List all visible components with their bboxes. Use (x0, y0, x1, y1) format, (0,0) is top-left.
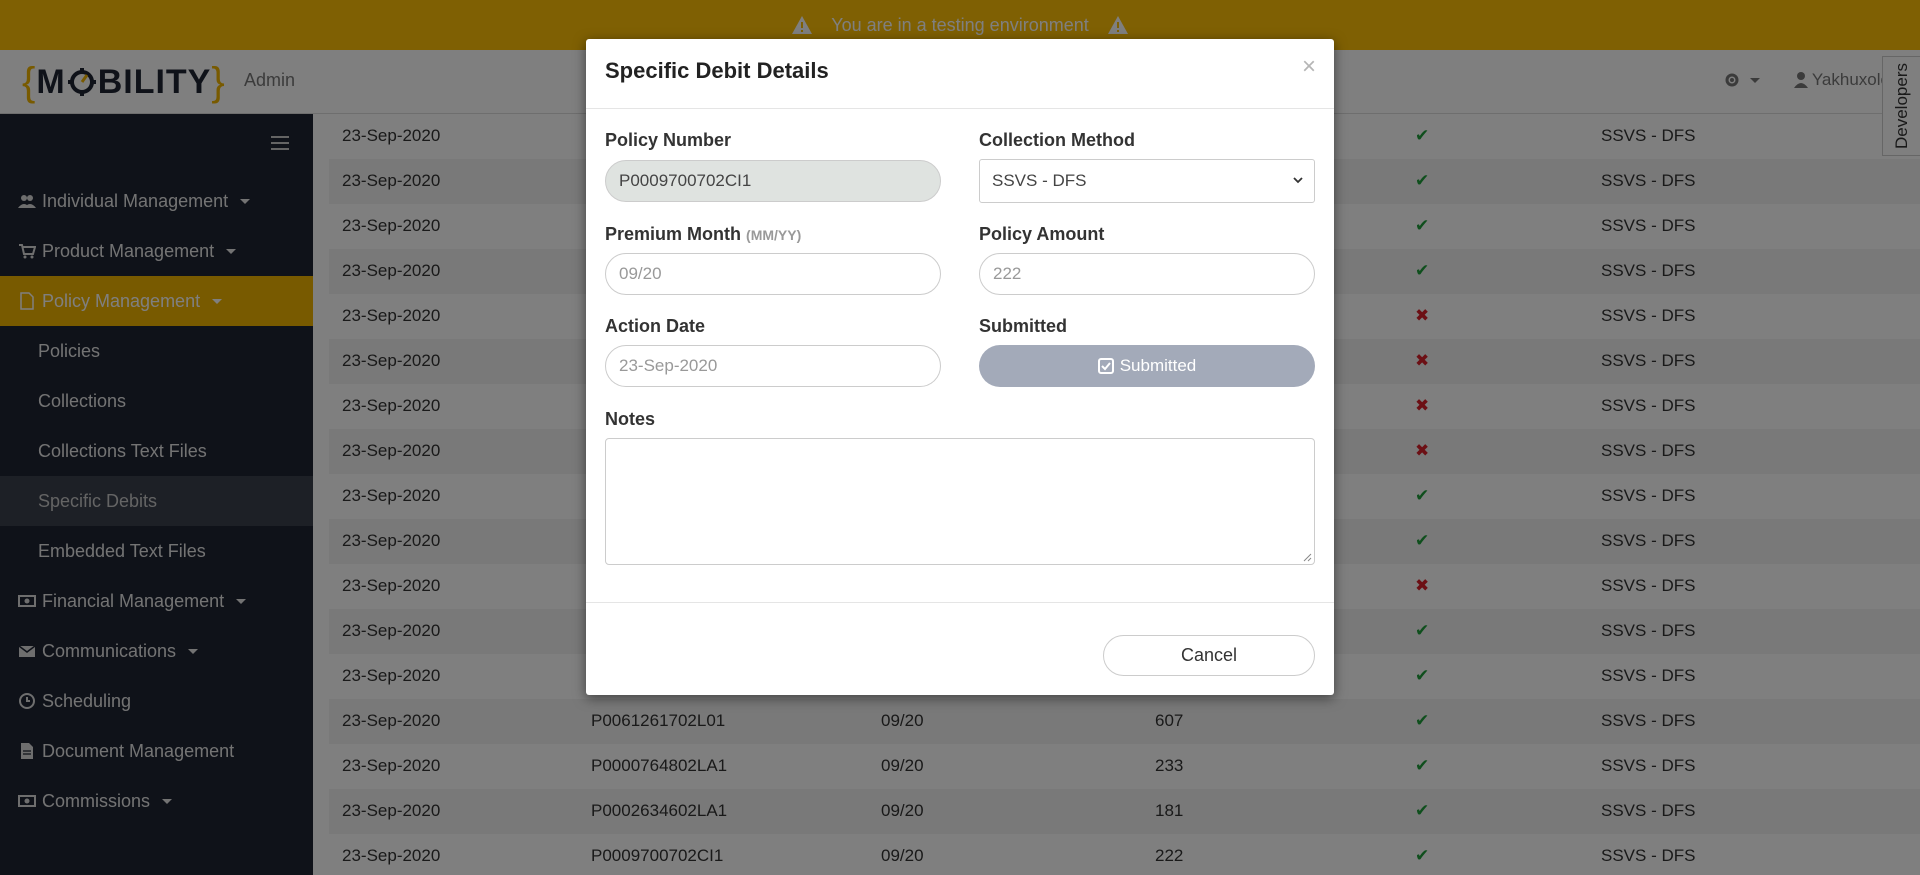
action-date-label: Action Date (605, 316, 706, 336)
collection-method-label: Collection Method (979, 130, 1135, 150)
premium-month-input[interactable]: 09/20 (605, 253, 941, 295)
submitted-toggle-button[interactable]: Submitted (979, 345, 1315, 387)
close-icon[interactable]: × (1302, 55, 1316, 79)
policy-amount-label: Policy Amount (979, 224, 1105, 244)
modal-footer-divider (586, 602, 1334, 603)
policy-amount-input[interactable]: 222 (979, 253, 1315, 295)
cancel-button[interactable]: Cancel (1103, 635, 1315, 676)
resize-grip-icon[interactable] (1302, 552, 1312, 562)
notes-textarea[interactable] (605, 438, 1315, 565)
collection-method-select[interactable]: SSVS - DFS (979, 159, 1315, 203)
specific-debit-details-modal: Specific Debit Details × Policy Number P… (586, 39, 1334, 695)
chevron-down-icon (1293, 177, 1303, 184)
checkbox-checked-icon (1097, 358, 1114, 374)
modal-title: Specific Debit Details (605, 58, 829, 83)
submitted-label: Submitted (979, 316, 1067, 336)
action-date-input[interactable]: 23-Sep-2020 (605, 345, 941, 387)
premium-month-label: Premium Month (MM/YY) (605, 224, 802, 244)
policy-number-label: Policy Number (605, 130, 732, 150)
premium-month-hint: (MM/YY) (746, 227, 802, 243)
modal-header: Specific Debit Details × (586, 39, 1334, 109)
notes-label: Notes (605, 409, 656, 429)
policy-number-field: P0009700702CI1 (605, 160, 941, 202)
